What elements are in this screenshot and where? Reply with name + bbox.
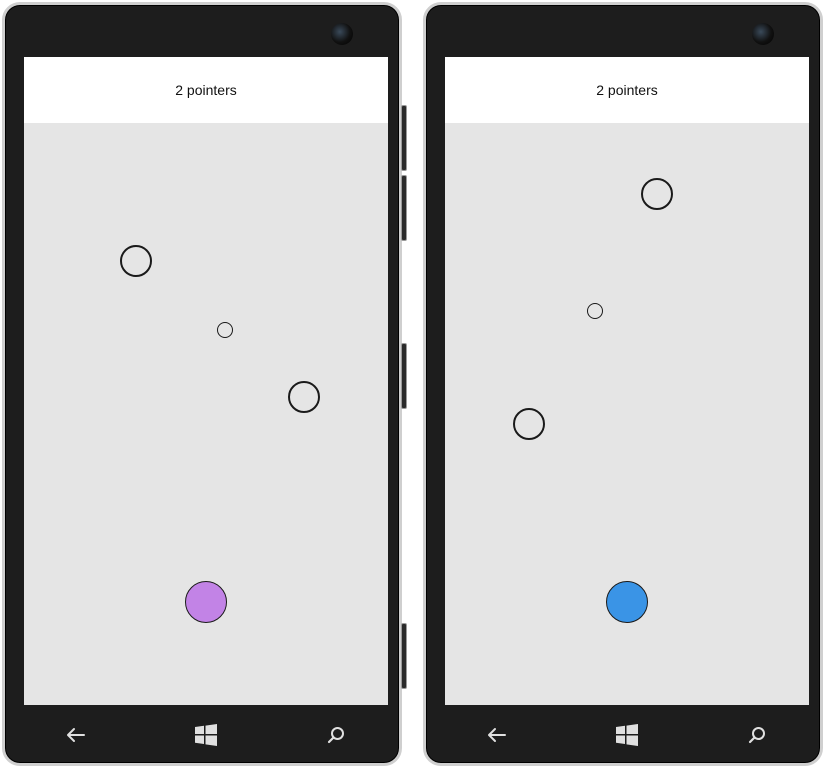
phone-right: 2 pointers <box>423 2 823 766</box>
windows-logo-icon <box>195 724 217 746</box>
back-arrow-icon <box>67 728 85 742</box>
color-dot[interactable] <box>606 581 648 623</box>
center-ring <box>217 322 233 338</box>
app-screen[interactable]: 2 pointers <box>24 57 388 705</box>
pointer-ring-1 <box>120 245 152 277</box>
camera-button <box>401 623 407 689</box>
pointer-ring-1 <box>641 178 673 210</box>
touch-canvas[interactable] <box>24 123 388 705</box>
search-button[interactable] <box>745 723 769 747</box>
front-camera-icon <box>331 23 353 45</box>
status-header: 2 pointers <box>24 57 388 123</box>
pointer-count-text: 2 pointers <box>175 82 237 98</box>
search-icon <box>327 727 344 744</box>
nav-bar <box>445 705 809 765</box>
front-camera-icon <box>752 23 774 45</box>
back-button[interactable] <box>64 723 88 747</box>
pointer-ring-2 <box>513 408 545 440</box>
nav-bar <box>24 705 388 765</box>
volume-up-button <box>401 105 407 171</box>
center-ring <box>587 303 603 319</box>
phone-left: 2 pointers <box>2 2 407 766</box>
app-screen[interactable]: 2 pointers <box>445 57 809 705</box>
pointer-ring-2 <box>288 381 320 413</box>
windows-logo-icon <box>616 724 638 746</box>
back-arrow-icon <box>488 728 506 742</box>
pointer-count-text: 2 pointers <box>596 82 658 98</box>
color-dot[interactable] <box>185 581 227 623</box>
power-button <box>401 343 407 409</box>
search-button[interactable] <box>324 723 348 747</box>
volume-down-button <box>401 175 407 241</box>
touch-canvas[interactable] <box>445 123 809 705</box>
status-header: 2 pointers <box>445 57 809 123</box>
start-button[interactable] <box>194 723 218 747</box>
start-button[interactable] <box>615 723 639 747</box>
back-button[interactable] <box>485 723 509 747</box>
search-icon <box>748 727 765 744</box>
